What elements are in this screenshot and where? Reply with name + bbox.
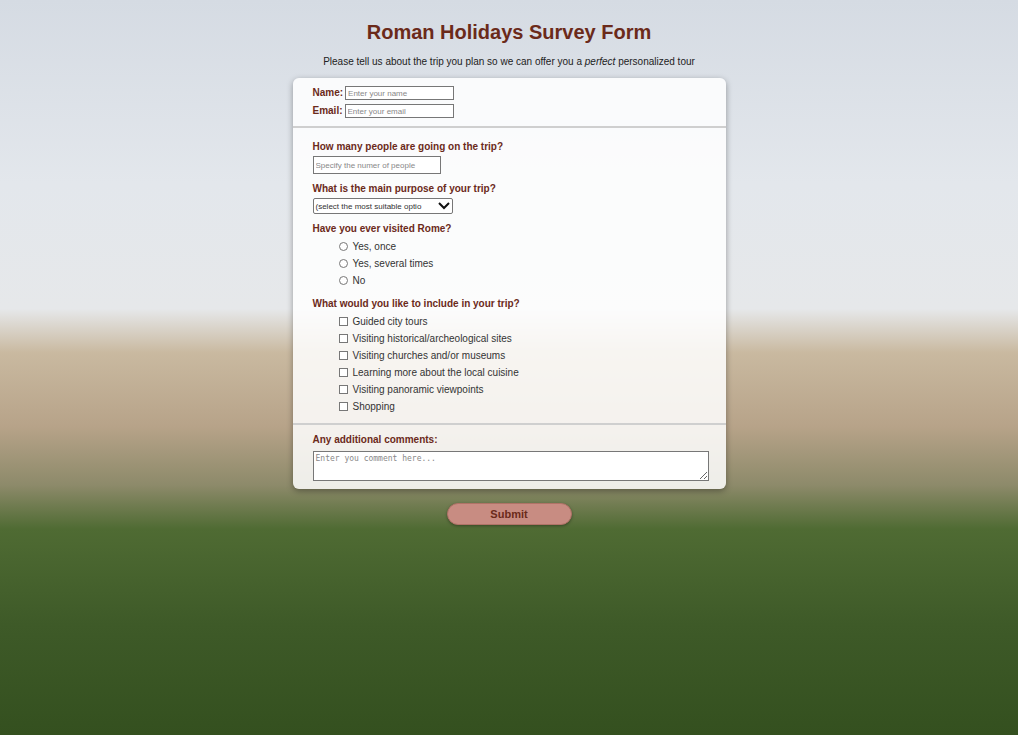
comments-section: Any additional comments:: [293, 425, 726, 489]
question: What would you like to include in your t…: [313, 297, 706, 415]
checkbox-option[interactable]: Visiting panoramic viewpoints: [339, 381, 706, 398]
page-title: Roman Holidays Survey Form: [367, 20, 652, 44]
subtitle-text: Please tell us about the trip you plan s…: [323, 56, 585, 67]
text-field[interactable]: [345, 104, 454, 118]
question-label: What is the main purpose of your trip?: [313, 182, 706, 196]
checkbox-option[interactable]: Learning more about the local cuisine: [339, 364, 706, 381]
checkbox[interactable]: [339, 351, 348, 360]
checkbox-option[interactable]: Shopping: [339, 398, 706, 415]
radio-button[interactable]: [339, 242, 348, 251]
text-field[interactable]: [345, 86, 454, 100]
checkbox-option[interactable]: Visiting historical/archeological sites: [339, 330, 706, 347]
radio-button[interactable]: [339, 259, 348, 268]
submit-button[interactable]: Submit: [447, 503, 572, 525]
option-label: Shopping: [353, 401, 395, 412]
field-label: Email:: [313, 104, 343, 118]
checkbox-option[interactable]: Visiting churches and/or museums: [339, 347, 706, 364]
radio-option[interactable]: Yes, several times: [339, 255, 706, 272]
checkbox-option[interactable]: Guided city tours: [339, 313, 706, 330]
radio-button[interactable]: [339, 276, 348, 285]
checkbox[interactable]: [339, 368, 348, 377]
question: How many people are going on the trip?: [313, 140, 706, 174]
question-label: How many people are going on the trip?: [313, 140, 706, 154]
people-field[interactable]: [313, 156, 441, 174]
chevron-down-icon: [438, 202, 450, 210]
survey-form: Name: Email: How many people are going on …: [293, 78, 726, 489]
question: Have you ever visited Rome?Yes, onceYes,…: [313, 222, 706, 289]
option-label: Learning more about the local cuisine: [353, 367, 519, 378]
select-value: (select the most suitable optio: [316, 202, 422, 211]
field-label: Name:: [313, 86, 344, 100]
checkbox[interactable]: [339, 402, 348, 411]
contact-section: Name: Email:: [293, 78, 726, 128]
checkbox[interactable]: [339, 334, 348, 343]
checkbox[interactable]: [339, 317, 348, 326]
subtitle-text: personalized tour: [615, 56, 695, 67]
option-list: Guided city tours Visiting historical/arc…: [313, 313, 706, 415]
contact-row: Name:: [313, 86, 706, 100]
purpose-select[interactable]: (select the most suitable optio: [313, 198, 453, 214]
comments-field[interactable]: [313, 451, 709, 481]
option-label: No: [353, 275, 366, 286]
question-label: What would you like to include in your t…: [313, 297, 706, 311]
option-label: Visiting panoramic viewpoints: [353, 384, 484, 395]
question-label: Have you ever visited Rome?: [313, 222, 706, 236]
option-label: Visiting historical/archeological sites: [353, 333, 512, 344]
page-subtitle: Please tell us about the trip you plan s…: [323, 56, 695, 68]
subtitle-text: perfect: [585, 56, 616, 67]
option-label: Yes, once: [353, 241, 397, 252]
option-label: Guided city tours: [353, 316, 428, 327]
questions-section: How many people are going on the trip? Wh…: [293, 128, 726, 425]
radio-option[interactable]: No: [339, 272, 706, 289]
radio-option[interactable]: Yes, once: [339, 238, 706, 255]
question: What is the main purpose of your trip? (s…: [313, 182, 706, 214]
option-label: Visiting churches and/or museums: [353, 350, 506, 361]
option-list: Yes, once Yes, several times No: [313, 238, 706, 289]
checkbox[interactable]: [339, 385, 348, 394]
survey-page: Roman Holidays Survey Form Please tell us…: [0, 0, 1018, 525]
option-label: Yes, several times: [353, 258, 434, 269]
contact-row: Email:: [313, 104, 706, 118]
comments-label: Any additional comments:: [313, 433, 706, 447]
